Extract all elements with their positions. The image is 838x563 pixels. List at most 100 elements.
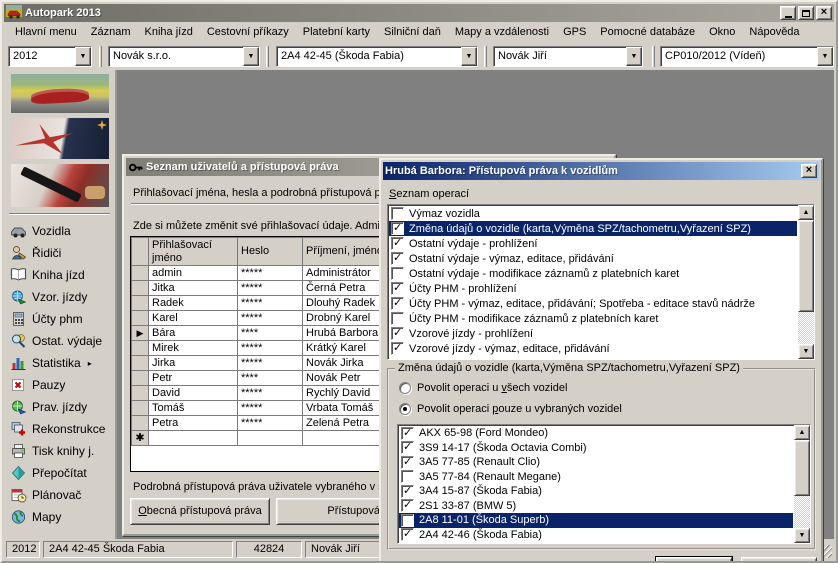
row-selector[interactable]: ▶ [132,326,149,341]
new-row-selector[interactable]: ✱ [132,431,149,446]
general-permissions-button[interactable]: Obecná přístupová práva [130,498,270,525]
vehicle-akx-65-98-ford-mondeo[interactable]: AKX 65-98 (Ford Mondeo) [399,426,793,441]
login-cell[interactable]: Tomáš [149,401,238,416]
operation-zmena-udaju-o-vozidle-karta-vymena-spz-t[interactable]: Změna údajů o vozidle (karta,Výměna SPZ/… [389,221,797,236]
menu-item-pomocne-databaze[interactable]: Pomocné databáze [593,24,702,40]
minimize-button[interactable] [780,6,796,20]
login-cell[interactable]: Petra [149,416,238,431]
sidebar-item-vozidla[interactable]: Vozidla [4,220,113,242]
password-cell[interactable]: ***** [238,416,303,431]
login-cell[interactable]: Karel [149,311,238,326]
scrollbar-thumb[interactable] [798,220,814,312]
menu-item-silnicni-dan[interactable]: Silniční daň [377,24,448,40]
row-selector[interactable] [132,311,149,326]
login-cell[interactable]: David [149,386,238,401]
chevron-down-icon[interactable]: ▼ [461,47,477,66]
menu-item-kniha-jizd[interactable]: Kniha jízd [138,24,200,40]
sidebar-item-pauzy[interactable]: Pauzy [4,374,113,396]
trip-order-selector[interactable]: CP010/2012 (Vídeň)▼ [660,46,834,67]
sidebar-item-planovac[interactable]: Plánovač [4,484,113,506]
checkbox-unchecked-icon[interactable] [391,207,404,220]
sidebar-item-tisk-knihy-j[interactable]: Tisk knihy j. [4,440,113,462]
menu-item-platebni-karty[interactable]: Platební karty [296,24,377,40]
column-header-password[interactable]: Heslo [238,238,303,266]
operation-vymaz-vozidla[interactable]: Výmaz vozidla [389,206,797,221]
scroll-down-icon[interactable]: ▼ [798,344,814,359]
row-selector[interactable] [132,356,149,371]
chevron-down-icon[interactable]: ▼ [626,47,642,66]
row-selector[interactable] [132,386,149,401]
login-cell[interactable]: Radek [149,296,238,311]
sidebar-item-statistika[interactable]: Statistika▸ [4,352,113,374]
password-cell[interactable]: ***** [238,401,303,416]
checkbox-checked-icon[interactable] [401,441,414,454]
dialog-titlebar[interactable]: Hrubá Barbora: Přístupová práva k vozidl… [383,162,819,180]
checkbox-checked-icon[interactable] [401,427,414,440]
password-cell[interactable]: ***** [238,356,303,371]
password-cell[interactable]: **** [238,371,303,386]
menu-item-okno[interactable]: Okno [702,24,742,40]
checkbox-checked-icon[interactable] [401,485,414,498]
ok-button[interactable]: OK [656,557,732,563]
menu-item-napoveda[interactable]: Nápověda [742,24,806,40]
checkbox-unchecked-icon[interactable] [391,312,404,325]
chevron-down-icon[interactable]: ▼ [817,47,833,66]
cancel-button[interactable]: Storno [741,557,817,563]
driver-selector[interactable]: Novák Jiří▼ [493,46,643,67]
menu-item-zaznam[interactable]: Záznam [84,24,138,40]
menu-item-gps[interactable]: GPS [556,24,593,40]
vehicle-3a4-15-87-skoda-fabia[interactable]: 3A4 15-87 (Škoda Fabia) [399,484,793,499]
row-selector[interactable] [132,281,149,296]
checkbox-checked-icon[interactable] [401,528,414,541]
menu-item-cestovni-prikazy[interactable]: Cestovní příkazy [200,24,296,40]
vehicle-selector[interactable]: 2A4 42-45 (Škoda Fabia)▼ [276,46,478,67]
sidebar-item-kniha-jizd[interactable]: Kniha jízd [4,264,113,286]
maximize-button[interactable] [798,6,814,20]
vehicle-3a5-77-85-renault-clio[interactable]: 3A5 77-85 (Renault Clio) [399,455,793,470]
operation-ucty-phm-vymaz-editace-pridavani-spotreb[interactable]: Účty PHM - výmaz, editace, přidávání; Sp… [389,296,797,311]
login-cell[interactable]: admin [149,266,238,281]
vehicle-3a5-77-84-renault-megane[interactable]: 3A5 77-84 (Renault Megane) [399,470,793,485]
scrollbar-thumb[interactable] [794,440,810,496]
row-selector-header[interactable] [132,238,149,266]
app-titlebar[interactable]: Autopark 2013 × [4,4,834,22]
password-cell[interactable]: ***** [238,341,303,356]
scroll-up-icon[interactable]: ▲ [798,205,814,220]
operation-ostatni-vydaje-modifikace-zaznamu-z-plat[interactable]: Ostatní výdaje - modifikace záznamů z pl… [389,266,797,281]
operation-vzorove-jizdy-vymaz-editace-pridavani[interactable]: Vzorové jízdy - výmaz, editace, přidáván… [389,341,797,356]
empty-cell[interactable] [149,431,238,446]
password-cell[interactable]: ***** [238,296,303,311]
chevron-down-icon[interactable]: ▼ [75,47,91,66]
checkbox-checked-icon[interactable] [391,342,404,355]
checkbox-checked-icon[interactable] [391,237,404,250]
radio-selected-vehicles[interactable]: Povolit operaci pouze u vybraných vozide… [399,403,622,415]
company-selector[interactable]: Novák s.r.o.▼ [108,46,260,67]
empty-cell[interactable] [238,431,303,446]
sidebar-item-mapy[interactable]: Mapy [4,506,113,528]
password-cell[interactable]: **** [238,326,303,341]
checkbox-checked-icon[interactable] [401,499,414,512]
row-selector[interactable] [132,371,149,386]
sidebar-item-prepocitat[interactable]: Přepočítat [4,462,113,484]
row-selector[interactable] [132,296,149,311]
checkbox-unchecked-icon[interactable] [391,267,404,280]
password-cell[interactable]: ***** [238,386,303,401]
login-cell[interactable]: Bára [149,326,238,341]
vehicle-2s1-33-87-bmw-5[interactable]: 2S1 33-87 (BMW 5) [399,499,793,514]
password-cell[interactable]: ***** [238,281,303,296]
sidebar-item-prav-jizdy[interactable]: Prav. jízdy [4,396,113,418]
login-cell[interactable]: Petr [149,371,238,386]
column-header-login[interactable]: Přihlašovací jméno [149,238,238,266]
vehicles-scrollbar[interactable]: ▲ ▼ [794,425,810,543]
vehicle-3s9-14-17-skoda-octavia-combi[interactable]: 3S9 14-17 (Škoda Octavia Combi) [399,441,793,456]
checkbox-checked-icon[interactable] [391,297,404,310]
scroll-up-icon[interactable]: ▲ [794,425,810,440]
checkbox-unchecked-icon[interactable] [401,514,414,527]
sidebar-item-ostat-vydaje[interactable]: Ostat. výdaje [4,330,113,352]
checkbox-checked-icon[interactable] [391,282,404,295]
vehicle-2a8-11-01-skoda-superb[interactable]: 2A8 11-01 (Škoda Superb) [399,513,793,528]
row-selector[interactable] [132,266,149,281]
checkbox-checked-icon[interactable] [401,456,414,469]
dialog-close-button[interactable]: × [801,164,817,178]
menu-item-mapy-a-vzdalenosti[interactable]: Mapy a vzdálenosti [448,24,556,40]
